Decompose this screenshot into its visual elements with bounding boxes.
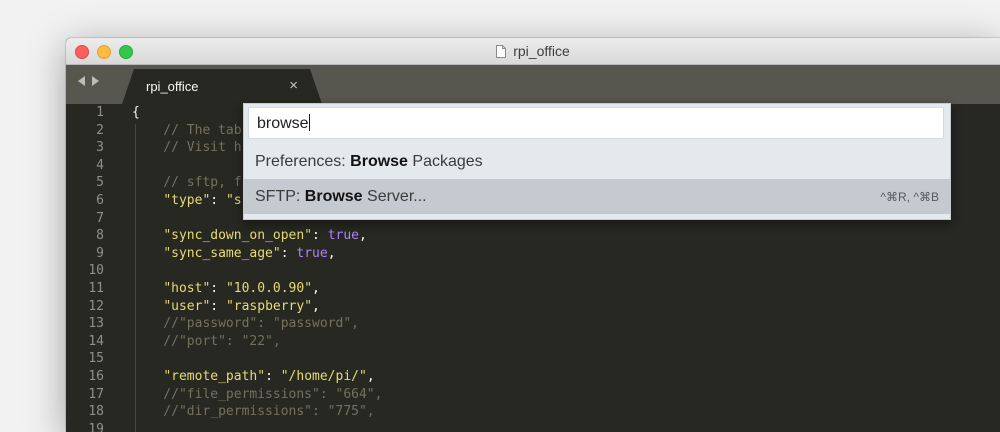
code-line: { [132, 105, 140, 120]
line-number: 17 [88, 386, 104, 402]
tab-rpi-office[interactable]: rpi_office × [122, 69, 322, 104]
forward-arrow-icon[interactable] [92, 76, 99, 86]
code-token: "raspberry" [225, 298, 313, 314]
window-title: rpi_office [513, 43, 570, 59]
command-palette: browse Preferences: Browse Packages SFTP… [243, 103, 951, 220]
code-line: "sync_down_on_open": true, [132, 228, 367, 243]
code-line: //"password": "password", [132, 316, 359, 331]
document-icon [496, 44, 507, 58]
code-token: true [327, 228, 359, 244]
code-token: "sync_same_age" [163, 245, 281, 261]
code-line: // The tab [132, 122, 242, 138]
code-token: //"port": "22", [132, 333, 281, 349]
tab-bar: rpi_office × [66, 65, 1000, 104]
code-token: //"password": "password", [132, 316, 359, 332]
tab-navigation [78, 76, 99, 86]
code-token: //"file_permissions": "664", [132, 386, 383, 402]
line-number: 10 [88, 263, 104, 279]
code-line: "type": "s [132, 193, 242, 208]
window-title-area: rpi_office [66, 38, 1000, 64]
line-number: 19 [88, 421, 104, 432]
code-token: : [210, 281, 226, 296]
code-token: "type" [163, 193, 211, 208]
line-number: 16 [88, 369, 104, 384]
palette-item-suffix: Server... [362, 188, 427, 205]
code-token: // Visit h [132, 140, 242, 156]
code-token: : [312, 228, 328, 244]
palette-item-browse-packages[interactable]: Preferences: Browse Packages [244, 144, 950, 179]
code-token: "remote_path" [163, 369, 266, 384]
code-line: //"file_permissions": "664", [132, 387, 382, 402]
code-line: "host": "10.0.0.90", [132, 281, 320, 296]
line-number: 3 [96, 140, 104, 156]
palette-item-browse-server[interactable]: SFTP: Browse Server... ^⌘R, ^⌘B [244, 179, 950, 214]
palette-item-prefix: Preferences: [255, 153, 351, 170]
editor-window: rpi_office rpi_office × 1 2 3 4 5 6 7 8 9 10 11 12 1… [66, 38, 1000, 432]
code-token: , [312, 298, 320, 314]
line-number: 8 [96, 228, 104, 244]
tab-label: rpi_office [146, 79, 199, 94]
code-token: "sync_down_on_open" [163, 228, 313, 244]
line-number: 9 [96, 245, 104, 261]
code-token: : [280, 245, 297, 261]
line-number: 6 [96, 193, 104, 208]
line-number: 11 [88, 281, 104, 296]
palette-item-match: Browse [350, 153, 408, 170]
code-token: : [210, 193, 226, 208]
code-token: "10.0.0.90" [225, 281, 313, 296]
line-number: 2 [96, 122, 104, 138]
back-arrow-icon[interactable] [78, 76, 85, 86]
command-palette-input[interactable]: browse [248, 107, 944, 139]
palette-item-text: SFTP: Browse Server... [255, 188, 427, 206]
code-line: //"port": "22", [132, 333, 281, 349]
line-number: 12 [88, 298, 104, 314]
code-line: "sync_same_age": true, [132, 245, 336, 261]
code-token: // The tab [132, 122, 242, 138]
code-token: , [366, 369, 375, 384]
code-line: // Visit h [132, 140, 242, 156]
code-token: true [296, 245, 328, 261]
code-token: //"dir_permissions": "775", [132, 404, 375, 420]
code-line: // sftp, f [132, 175, 242, 191]
code-token: "/home/pi/" [280, 369, 367, 384]
command-query: browse [257, 115, 309, 132]
code-line: "user": "raspberry", [132, 299, 320, 314]
code-line: //"dir_permissions": "775", [132, 404, 375, 420]
code-token: "s [225, 193, 242, 208]
code-token: // sftp, f [132, 175, 242, 191]
code-token: , [312, 281, 320, 296]
palette-item-text: Preferences: Browse Packages [255, 153, 483, 171]
code-token: "host" [163, 281, 211, 296]
code-token: "user" [163, 298, 211, 314]
line-number: 1 [96, 105, 104, 120]
title-bar: rpi_office [66, 38, 1000, 65]
line-number: 4 [96, 157, 104, 173]
line-number: 14 [88, 333, 104, 349]
code-token: : [210, 298, 226, 314]
code-line: "remote_path": "/home/pi/", [132, 369, 375, 384]
line-number: 5 [96, 175, 104, 191]
palette-item-suffix: Packages [407, 153, 483, 170]
keyboard-shortcut: ^⌘R, ^⌘B [880, 190, 939, 204]
text-caret [308, 114, 310, 131]
code-token: , [327, 245, 336, 261]
code-token: : [265, 369, 281, 384]
palette-item-match: Browse [304, 188, 363, 205]
line-number: 7 [96, 210, 104, 226]
line-number: 13 [88, 316, 104, 332]
tab-close-icon[interactable]: × [289, 77, 298, 94]
line-number: 18 [88, 404, 104, 420]
code-token: { [132, 105, 140, 120]
code-token: , [359, 228, 367, 244]
palette-item-prefix: SFTP: [255, 188, 305, 205]
line-number: 15 [88, 351, 104, 367]
